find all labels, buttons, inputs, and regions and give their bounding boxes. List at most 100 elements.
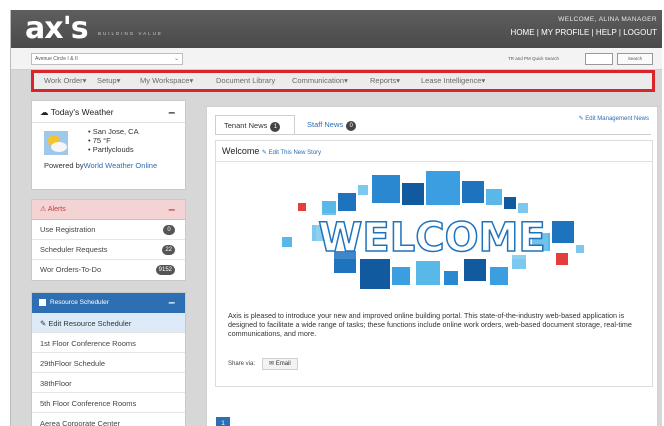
pencil-icon: ✎ (578, 116, 584, 122)
email-button-label: Email (275, 361, 291, 367)
world-weather-link[interactable]: World Weather Online (84, 161, 158, 170)
resource-scheduler-header: Resource Scheduler – (32, 293, 185, 313)
nav-work-order-label: Work Order (44, 76, 83, 85)
email-share-button[interactable]: ✉ Email (262, 358, 298, 370)
scheduler-item[interactable]: 1st Floor Conference Rooms (32, 333, 185, 353)
quick-search-input[interactable] (585, 53, 613, 65)
weather-body: San Jose, CA 75 °F Partlyclouds Powered … (32, 123, 185, 189)
caret-down-icon: ▾ (82, 76, 87, 85)
caret-down-icon: ▾ (116, 76, 121, 85)
sub-bar: Avenue Circle I & II ⌄ TR and PM Quick S… (11, 48, 662, 70)
scheduler-item[interactable]: 5th Floor Conference Rooms (32, 393, 185, 413)
count-badge: 22 (162, 245, 175, 255)
tab-divider (215, 134, 651, 135)
tab-staff-news[interactable]: Staff News 0 (299, 115, 364, 134)
edit-resource-scheduler-link[interactable]: ✎ Edit Resource Scheduler (32, 313, 185, 333)
partly-cloudy-icon (44, 131, 68, 155)
weather-condition: Partlyclouds (88, 145, 139, 154)
alert-row-work-orders-to-do[interactable]: Wor Orders-To-Do 9152 (32, 260, 185, 280)
story-body: Axis is pleased to introduce your new an… (228, 311, 632, 338)
tab-label: Tenant News (224, 121, 268, 130)
collapse-icon[interactable]: – (168, 202, 175, 216)
nav-setup-label: Setup (97, 76, 117, 85)
weather-panel: ☁ Today's Weather – San Jose, CA 75 °F P… (31, 100, 186, 190)
weather-title: Today's Weather (50, 107, 114, 117)
warning-icon: ⚠ (40, 206, 47, 213)
logo: ax's (25, 11, 89, 46)
caret-down-icon: ▾ (396, 76, 401, 85)
welcome-banner-image: WELCOME (282, 171, 584, 289)
welcome-text: WELCOME, ALINA MANAGER (558, 16, 657, 23)
alerts-header: ⚠ Alerts – (32, 200, 185, 220)
top-links: HOME | MY PROFILE | HELP | LOGOUT (510, 28, 657, 37)
logout-link[interactable]: LOGOUT (623, 28, 657, 37)
alerts-panel: ⚠ Alerts – Use Registration 0 Scheduler … (31, 199, 186, 281)
nav-communication-label: Communication (292, 76, 345, 85)
story-header: Welcome ✎ Edit This New Story (222, 146, 321, 156)
nav-setup[interactable]: Setup▾ (97, 76, 120, 85)
edit-story-label: Edit This New Story (268, 150, 322, 156)
nav-document-library[interactable]: Document Library (216, 76, 275, 85)
alert-label: Wor Orders-To-Do (40, 265, 102, 274)
scheduler-item[interactable]: 38thFloor (32, 373, 185, 393)
powered-by-prefix: Powered by (44, 161, 84, 170)
edit-resource-scheduler-label: Edit Resource Scheduler (48, 319, 132, 328)
scheduler-item[interactable]: 29thFloor Schedule (32, 353, 185, 373)
pencil-icon: ✎ (261, 150, 267, 156)
help-link[interactable]: HELP (596, 28, 617, 37)
nav-reports-label: Reports (370, 76, 397, 85)
edit-management-news-label: Edit Management News (585, 116, 649, 122)
count-badge: 1 (270, 122, 281, 132)
nav-lease-intelligence-label: Lease Intelligence (421, 76, 482, 85)
weather-header: ☁ Today's Weather – (32, 101, 185, 123)
alert-label: Use Registration (40, 225, 96, 234)
nav-my-workspace-label: My Workspace (140, 76, 190, 85)
main-nav: Work Order▾ Setup▾ My Workspace▾ Documen… (31, 70, 655, 92)
property-select[interactable]: Avenue Circle I & II ⌄ (31, 53, 183, 65)
nav-communication[interactable]: Communication▾ (292, 76, 348, 85)
weather-location: San Jose, CA (88, 127, 139, 136)
alert-row-use-registration[interactable]: Use Registration 0 (32, 220, 185, 240)
scheduler-item[interactable]: Aerea Corporate Center (32, 413, 185, 426)
caret-down-icon: ▾ (189, 76, 194, 85)
property-select-value: Avenue Circle I & II (35, 56, 78, 62)
weather-powered-by: Powered byWorld Weather Online (44, 161, 184, 170)
nav-lease-intelligence[interactable]: Lease Intelligence▾ (421, 76, 485, 85)
collapse-icon[interactable]: – (168, 295, 175, 309)
count-badge: 0 (163, 225, 175, 235)
left-sidebar: ☁ Today's Weather – San Jose, CA 75 °F P… (31, 100, 186, 426)
share-label: Share via: (228, 361, 256, 367)
home-link[interactable]: HOME (511, 28, 535, 37)
tagline: BUILDING VALUE (98, 31, 163, 36)
resource-scheduler-panel: Resource Scheduler – ✎ Edit Resource Sch… (31, 292, 186, 426)
tab-label: Staff News (307, 120, 344, 129)
alert-label: Scheduler Requests (40, 245, 108, 254)
nav-reports[interactable]: Reports▾ (370, 76, 400, 85)
tab-tenant-news[interactable]: Tenant News 1 (215, 115, 295, 134)
search-button[interactable]: Search (617, 53, 653, 65)
app-window: ax's BUILDING VALUE WELCOME, ALINA MANAG… (10, 10, 662, 426)
envelope-icon: ✉ (269, 361, 275, 367)
nav-work-order[interactable]: Work Order▾ (44, 76, 86, 85)
pencil-icon: ✎ (40, 319, 47, 328)
nav-my-workspace[interactable]: My Workspace▾ (140, 76, 193, 85)
alert-row-scheduler-requests[interactable]: Scheduler Requests 22 (32, 240, 185, 260)
my-profile-link[interactable]: MY PROFILE (541, 28, 589, 37)
header-bar: ax's BUILDING VALUE WELCOME, ALINA MANAG… (11, 10, 662, 48)
edit-story-link[interactable]: ✎ Edit This New Story (262, 150, 321, 156)
news-panel: Tenant News 1 Staff News 0 ✎ Edit Manageme… (206, 106, 658, 426)
banner-text: WELCOME (318, 215, 545, 261)
weather-list: San Jose, CA 75 °F Partlyclouds (88, 127, 139, 154)
chevron-down-icon: ⌄ (173, 56, 179, 62)
calendar-icon (39, 299, 46, 306)
alerts-title: Alerts (47, 206, 66, 213)
weather-temperature: 75 °F (88, 136, 139, 145)
edit-management-news-link[interactable]: ✎ Edit Management News (579, 115, 649, 122)
story-divider (216, 161, 652, 162)
pagination-page-button[interactable]: 1 (216, 417, 230, 426)
count-badge: 0 (346, 121, 357, 131)
resource-scheduler-title: Resource Scheduler (50, 299, 109, 306)
nav-document-library-label: Document Library (216, 76, 276, 85)
cloud-icon: ☁ (40, 107, 49, 117)
collapse-icon[interactable]: – (168, 105, 175, 119)
